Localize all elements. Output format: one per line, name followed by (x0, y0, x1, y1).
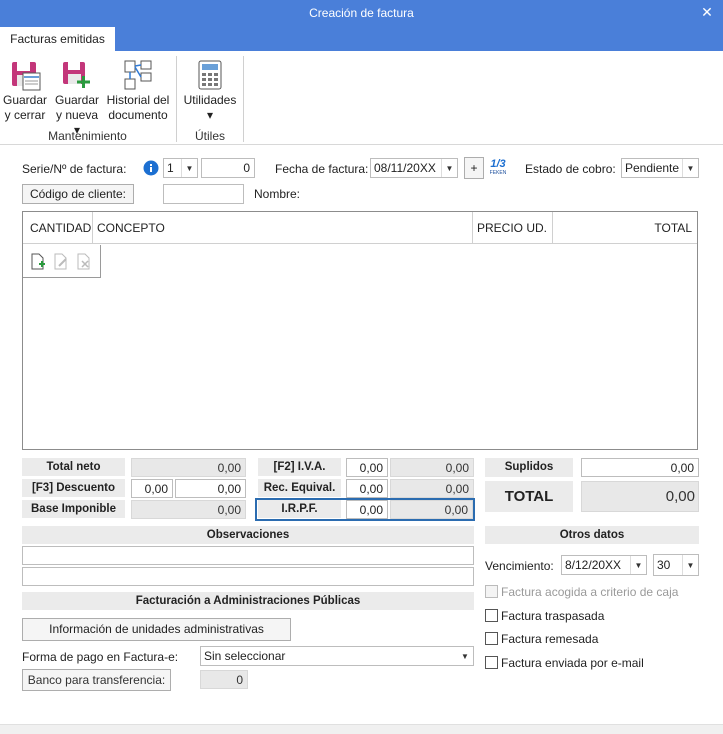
add-date-button[interactable]: + (464, 157, 484, 179)
name-label: Nombre: (254, 187, 301, 201)
status-bar (0, 724, 723, 734)
total-value: 0,00 (581, 481, 699, 512)
taxable-base-value: 0,00 (131, 500, 246, 519)
history-icon (124, 60, 152, 90)
series-select[interactable]: 1 ▼ (163, 158, 198, 178)
invoice-number-input[interactable]: 0 (201, 158, 255, 178)
column-header-concept[interactable]: CONCEPTO (93, 212, 473, 244)
emailed-checkbox[interactable] (485, 656, 498, 669)
payment-status-value: Pendiente (625, 161, 680, 175)
client-code-input[interactable] (163, 184, 244, 204)
delete-line-icon[interactable] (76, 253, 92, 270)
cash-criteria-label: Factura acogida a criterio de caja (501, 585, 679, 599)
window-title: Creación de factura (0, 0, 723, 26)
remitted-label: Factura remesada (501, 632, 599, 646)
info-icon[interactable] (143, 160, 159, 176)
due-days-select[interactable]: 30 ▼ (653, 554, 699, 576)
bank-transfer-value: 0 (200, 670, 248, 689)
column-header-total[interactable]: TOTAL (553, 212, 697, 244)
column-header-unit-price[interactable]: PRECIO UD. (473, 212, 553, 244)
new-line-icon[interactable] (30, 253, 46, 270)
discount-amount-input[interactable]: 0,00 (175, 479, 246, 498)
payment-method-label: Forma de pago en Factura-e: (22, 650, 179, 664)
transferred-label: Factura traspasada (501, 609, 605, 623)
chevron-down-icon: ▼ (461, 652, 469, 661)
payment-status-label: Estado de cobro: (525, 162, 616, 176)
cash-criteria-checkbox[interactable] (485, 585, 498, 598)
discount-percent-input[interactable]: 0,00 (131, 479, 173, 498)
save-close-button[interactable]: Guardar y cerrar (2, 57, 48, 125)
save-new-icon (63, 62, 90, 88)
feken-logo-sub: FEKEN (489, 170, 507, 176)
irpf-label: I.R.P.F. (258, 500, 341, 518)
invoice-date-label: Fecha de factura: (275, 162, 369, 176)
due-date-picker[interactable]: 8/12/20XX ▼ (561, 555, 647, 575)
calculator-icon (198, 60, 222, 90)
save-close-icon (12, 62, 41, 91)
remitted-checkbox[interactable] (485, 632, 498, 645)
chevron-down-icon: ▼ (441, 159, 457, 177)
observations-line-2[interactable] (22, 567, 474, 586)
group-label-utiles: Útiles (194, 129, 225, 143)
feken-logo: 1/3 FEKEN (488, 158, 508, 178)
vat-label: [F2] I.V.A. (258, 458, 341, 476)
utilities-button[interactable]: Utilidades ▾ (180, 57, 240, 125)
observations-line-1[interactable] (22, 546, 474, 565)
chevron-down-icon: ▼ (682, 555, 698, 575)
irpf-percent-input[interactable]: 0,00 (346, 500, 388, 519)
save-close-label: Guardar y cerrar (2, 93, 48, 122)
save-new-button[interactable]: Guardar y nueva ▾ (52, 57, 102, 137)
admin-units-button[interactable]: Información de unidades administrativas (22, 618, 291, 641)
series-label: Serie/Nº de factura: (22, 162, 127, 176)
invoice-date-value: 08/11/20XX (374, 161, 436, 175)
invoice-lines-grid[interactable]: CANTIDAD CONCEPTO PRECIO UD. TOTAL (22, 211, 698, 450)
chevron-down-icon: ▼ (630, 556, 646, 574)
observations-header: Observaciones (22, 526, 474, 544)
grid-line-toolbar (23, 245, 101, 278)
utilities-label: Utilidades ▾ (183, 93, 237, 122)
surcharge-amount-value: 0,00 (390, 479, 474, 498)
emailed-label: Factura enviada por e-mail (501, 656, 644, 670)
surcharge-percent-input[interactable]: 0,00 (346, 479, 388, 498)
payment-status-select[interactable]: Pendiente ▼ (621, 158, 699, 178)
feken-logo-mark: 1/3 (490, 158, 506, 170)
ribbon-separator (243, 56, 244, 142)
due-date-label: Vencimiento: (485, 559, 554, 573)
series-value: 1 (167, 161, 174, 175)
invoice-date-picker[interactable]: 08/11/20XX ▼ (370, 158, 458, 178)
column-header-quantity[interactable]: CANTIDAD (23, 212, 93, 244)
other-data-header: Otros datos (485, 526, 699, 544)
history-label: Historial del documento (106, 93, 170, 122)
transferred-checkbox[interactable] (485, 609, 498, 622)
ribbon-separator (176, 56, 177, 142)
close-icon[interactable]: ✕ (697, 0, 717, 26)
tab-facturas-emitidas[interactable]: Facturas emitidas (0, 27, 115, 51)
payment-method-select[interactable]: Sin seleccionar ▼ (200, 646, 474, 666)
bank-transfer-button[interactable]: Banco para transferencia: (22, 669, 171, 691)
chevron-down-icon: ▼ (682, 159, 698, 177)
net-total-label: Total neto (22, 458, 125, 476)
edit-line-icon[interactable] (53, 253, 69, 270)
public-admin-header: Facturación a Administraciones Públicas (22, 592, 474, 610)
suplidos-label: Suplidos (485, 458, 573, 477)
taxable-base-label: Base Imponible (22, 500, 125, 518)
payment-method-value: Sin seleccionar (204, 649, 286, 663)
surcharge-label: Rec. Equival. (258, 479, 341, 497)
discount-label: [F3] Descuento (22, 479, 125, 497)
chevron-down-icon: ▼ (181, 159, 197, 177)
client-code-button[interactable]: Código de cliente: (22, 184, 134, 204)
due-date-value: 8/12/20XX (565, 558, 622, 572)
vat-percent-input[interactable]: 0,00 (346, 458, 388, 477)
irpf-amount-value: 0,00 (390, 500, 473, 519)
suplidos-input[interactable]: 0,00 (581, 458, 699, 477)
net-total-value: 0,00 (131, 458, 246, 477)
total-label: TOTAL (485, 481, 573, 512)
due-days-value: 30 (657, 558, 671, 572)
history-button[interactable]: Historial del documento (104, 57, 172, 125)
group-label-maintenance: Mantenimiento (48, 129, 127, 143)
vat-amount-value: 0,00 (390, 458, 474, 477)
